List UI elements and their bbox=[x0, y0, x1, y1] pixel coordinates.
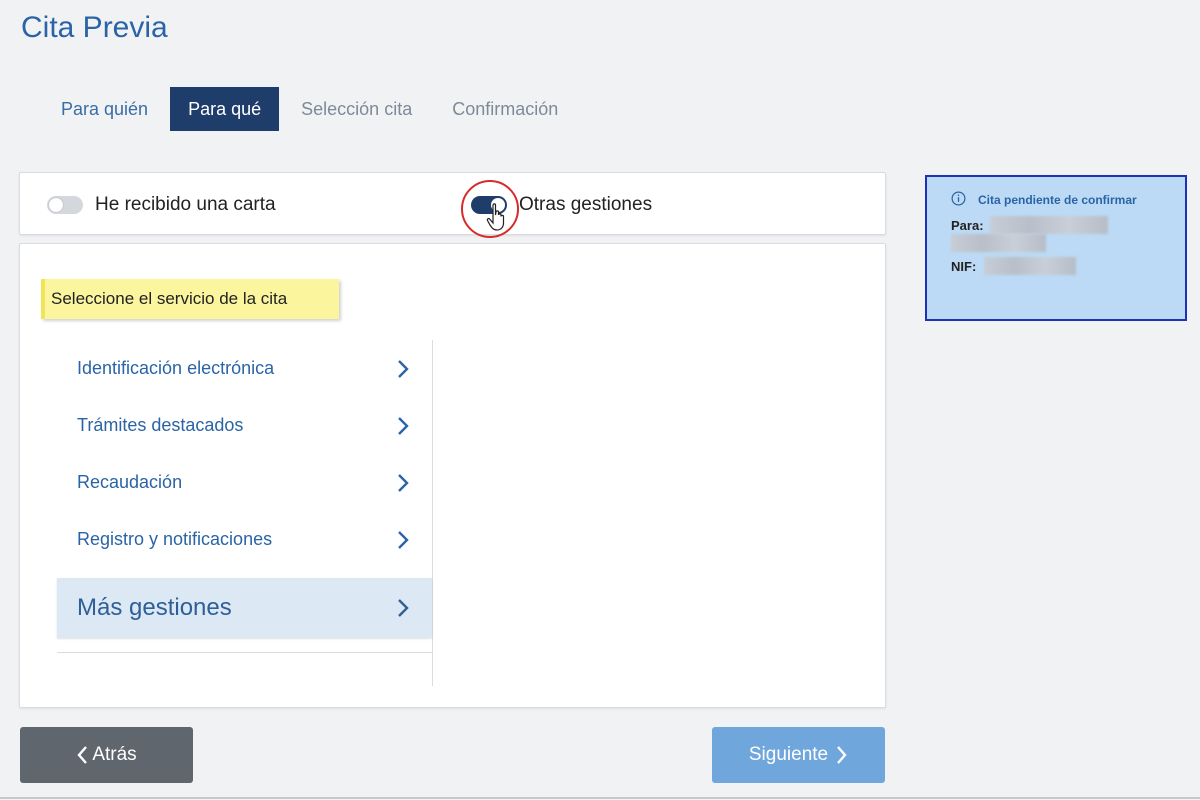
back-button[interactable]: Atrás bbox=[20, 727, 193, 783]
option-toggle-card: He recibido una carta Otras gestiones bbox=[19, 172, 886, 235]
service-hint: Seleccione el servicio de la cita bbox=[41, 279, 339, 319]
appointment-info-box: Cita pendiente de confirmar Para: NIF: bbox=[925, 175, 1187, 321]
menu-item-identificacion-electronica[interactable]: Identificación electrónica bbox=[57, 340, 432, 397]
redacted-block bbox=[951, 234, 1046, 252]
info-icon bbox=[951, 191, 966, 206]
chevron-left-icon bbox=[77, 746, 88, 764]
service-menu: Identificación electrónica Trámites dest… bbox=[57, 340, 433, 686]
menu-item-mas-gestiones[interactable]: Más gestiones bbox=[57, 578, 432, 638]
other-toggle-label: Otras gestiones bbox=[519, 193, 653, 215]
info-heading: Cita pendiente de confirmar bbox=[951, 191, 1185, 208]
para-label: Para: bbox=[951, 217, 984, 233]
menu-item-label: Recaudación bbox=[77, 472, 183, 492]
menu-item-recaudacion[interactable]: Recaudación bbox=[57, 454, 432, 511]
bottom-border bbox=[0, 797, 1200, 799]
menu-item-label: Identificación electrónica bbox=[77, 358, 275, 378]
tab-para-quien[interactable]: Para quién bbox=[43, 87, 166, 131]
hand-cursor-icon bbox=[486, 203, 505, 231]
toggle-letter-row[interactable]: He recibido una carta bbox=[47, 173, 276, 236]
info-nif-row: NIF: bbox=[951, 257, 1185, 275]
step-tabs: Para quién Para qué Selección cita Confi… bbox=[43, 87, 580, 131]
tab-confirmacion[interactable]: Confirmación bbox=[434, 87, 576, 131]
menu-divider bbox=[57, 652, 433, 653]
menu-item-registro-notificaciones[interactable]: Registro y notificaciones bbox=[57, 511, 432, 568]
tab-seleccion-cita[interactable]: Selección cita bbox=[283, 87, 430, 131]
redacted-nif bbox=[984, 257, 1077, 275]
chevron-right-icon bbox=[398, 416, 409, 435]
tab-para-que[interactable]: Para qué bbox=[170, 87, 280, 131]
letter-toggle-switch[interactable] bbox=[47, 195, 83, 214]
menu-item-tramites-destacados[interactable]: Trámites destacados bbox=[57, 397, 432, 454]
next-button[interactable]: Siguiente bbox=[712, 727, 885, 783]
nif-label: NIF: bbox=[951, 258, 977, 274]
chevron-right-icon bbox=[398, 599, 409, 617]
letter-toggle-label: He recibido una carta bbox=[95, 193, 276, 215]
next-button-label: Siguiente bbox=[748, 744, 829, 765]
chevron-right-icon bbox=[398, 473, 409, 492]
menu-item-label: Trámites destacados bbox=[77, 415, 244, 435]
menu-item-label: Registro y notificaciones bbox=[77, 529, 273, 549]
redacted-name-continued bbox=[951, 234, 1185, 255]
chevron-right-icon bbox=[398, 530, 409, 549]
redacted-name bbox=[989, 216, 1108, 234]
menu-item-label: Más gestiones bbox=[77, 594, 232, 621]
info-heading-text: Cita pendiente de confirmar bbox=[978, 193, 1137, 207]
info-para-row: Para: bbox=[951, 216, 1185, 234]
chevron-right-icon bbox=[398, 359, 409, 378]
back-button-label: Atrás bbox=[92, 744, 137, 765]
chevron-right-icon bbox=[837, 746, 847, 764]
page-title: Cita Previa bbox=[21, 11, 168, 44]
